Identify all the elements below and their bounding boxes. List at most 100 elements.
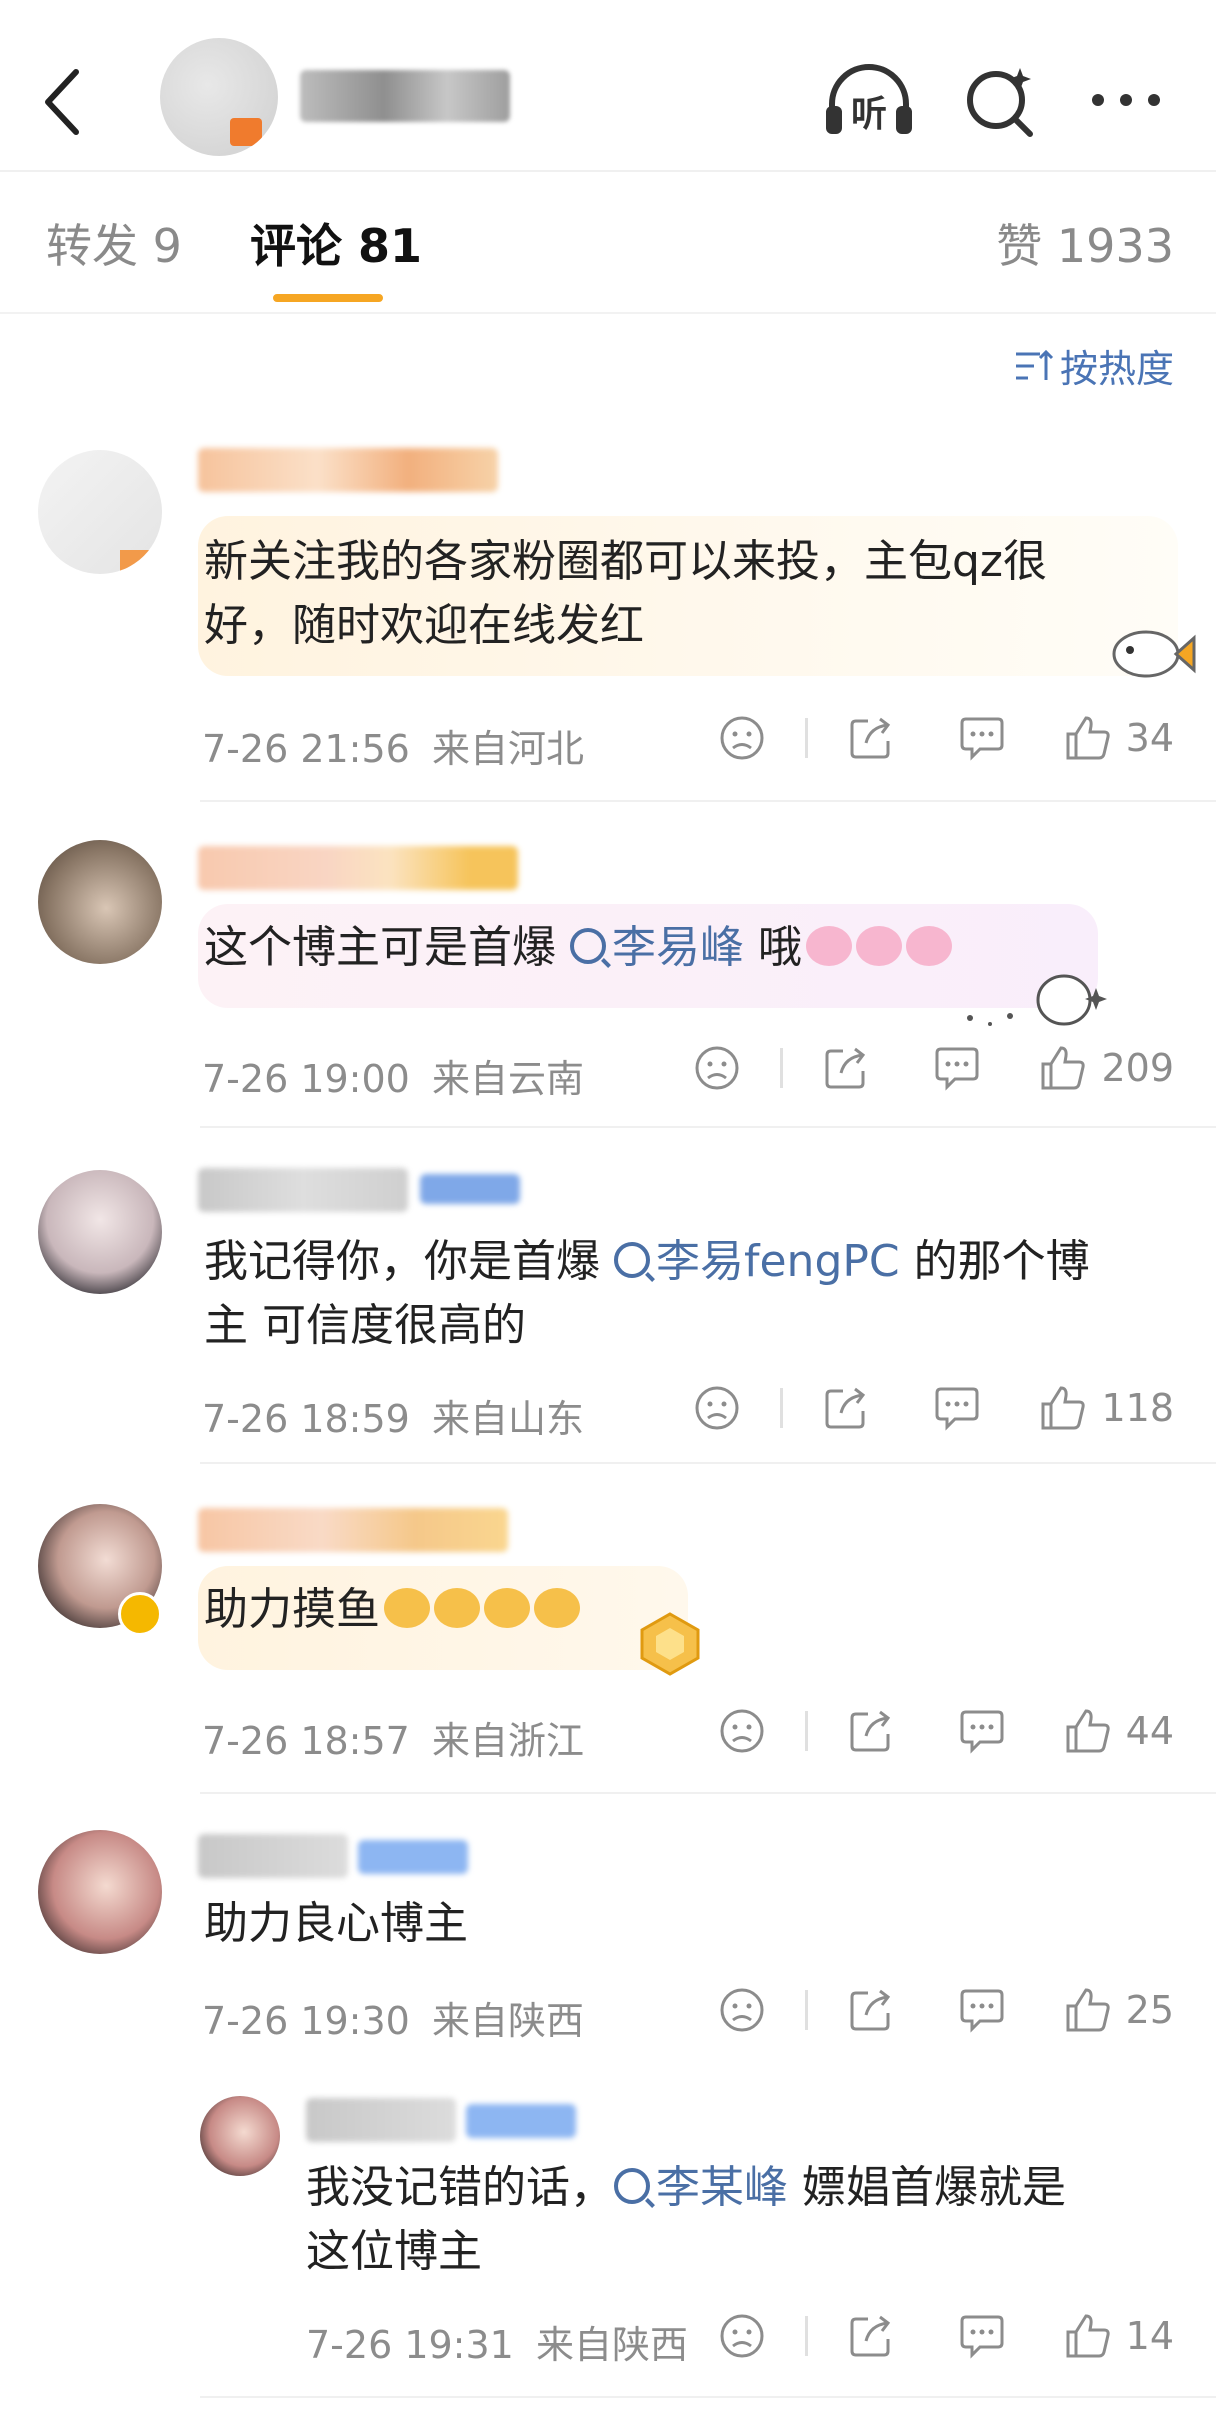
tab-likes[interactable]: 赞 1933 <box>996 210 1174 276</box>
sort-icon <box>1015 349 1054 380</box>
mention-link[interactable]: 李某峰 <box>614 2162 788 2213</box>
reply-text-line1: 我没记错的话， 李某峰 嫖娼首爆就是 <box>306 2156 1066 2220</box>
share-button[interactable] <box>848 1708 894 1754</box>
action-separator <box>804 718 808 758</box>
comment-meta: 7-26 19:31 来自陕西 <box>306 2314 688 2369</box>
share-button[interactable] <box>848 715 894 761</box>
share-button[interactable] <box>848 2313 894 2359</box>
comment-location: 来自浙江 <box>431 1719 584 1763</box>
reply-button[interactable] <box>958 715 1006 761</box>
comment-actions: 44 <box>719 1707 1174 1755</box>
svg-text:听: 听 <box>851 94 887 135</box>
more-icon[interactable] <box>1086 60 1166 144</box>
comment-actions: 34 <box>719 714 1174 762</box>
like-button[interactable]: 118 <box>1039 1384 1174 1432</box>
share-icon <box>825 1387 866 1429</box>
thumbs-up-icon <box>1041 1046 1086 1090</box>
like-count: 209 <box>1101 1046 1174 1090</box>
comment-location: 来自陕西 <box>431 1999 584 2043</box>
dislike-button[interactable] <box>719 1708 765 1754</box>
commenter-name[interactable] <box>198 1508 508 1552</box>
comment-time: 7-26 21:56 <box>202 727 410 771</box>
commenter-name[interactable] <box>198 448 498 492</box>
commenter-name[interactable] <box>198 1168 408 1212</box>
dislike-face-icon <box>720 716 764 760</box>
comment-bubble-icon <box>960 717 1004 761</box>
dislike-button[interactable] <box>719 715 765 761</box>
mention-link[interactable]: 李易fengPC <box>614 1236 900 1287</box>
share-button[interactable] <box>823 1385 869 1431</box>
commenter-avatar[interactable] <box>38 450 162 574</box>
mention-search-icon <box>570 928 606 964</box>
mention-link[interactable]: 李易峰 <box>570 922 744 973</box>
share-icon <box>825 1047 866 1089</box>
like-button[interactable]: 34 <box>1064 714 1174 762</box>
thumbs-up-icon <box>1066 1709 1110 1753</box>
crown-sticker-icon <box>640 1612 700 1676</box>
comment-text-part: 嫖娼首爆就是 <box>802 2162 1066 2213</box>
mention-label: 李某峰 <box>656 2162 788 2213</box>
comment-time: 7-26 19:00 <box>202 1057 410 1101</box>
mention-label: 李易fengPC <box>656 1236 900 1287</box>
author-name[interactable] <box>300 70 510 122</box>
comment-bubble-icon <box>960 1710 1004 1754</box>
dislike-button[interactable] <box>694 1045 740 1091</box>
commenter-name[interactable] <box>198 846 518 890</box>
tab-comments[interactable]: 评论 81 <box>250 210 422 276</box>
divider <box>200 2396 1216 2398</box>
comment-text-part: 的那个博 <box>913 1236 1090 1287</box>
like-button[interactable]: 209 <box>1039 1044 1174 1092</box>
thumbs-up-icon <box>1066 2314 1110 2358</box>
sort-label: 按热度 <box>1059 347 1174 391</box>
listen-icon[interactable]: 听 <box>822 60 916 144</box>
dislike-button[interactable] <box>719 1987 765 2033</box>
comment-text: 这个博主可是首爆 李易峰 哦 <box>204 916 952 980</box>
like-count: 44 <box>1125 1709 1174 1753</box>
like-button[interactable]: 14 <box>1064 2312 1174 2360</box>
commenter-avatar[interactable] <box>200 2096 280 2176</box>
reply-button[interactable] <box>958 2313 1006 2359</box>
comment-text-line2: 好，随时欢迎在线发红 <box>204 600 644 651</box>
comment-time: 7-26 18:57 <box>202 1719 410 1763</box>
dislike-button[interactable] <box>719 2313 765 2359</box>
comment-location: 来自云南 <box>431 1057 584 1101</box>
fan-badge <box>420 1174 520 1204</box>
reply-button[interactable] <box>958 1708 1006 1754</box>
reply-button[interactable] <box>933 1045 981 1091</box>
share-button[interactable] <box>848 1987 894 2033</box>
comment-text-line2: 主 可信度很高的 <box>204 1300 526 1351</box>
tab-repost[interactable]: 转发 9 <box>46 210 182 276</box>
like-count: 118 <box>1101 1386 1174 1430</box>
divider <box>200 1126 1216 1128</box>
reply-button[interactable] <box>933 1385 981 1431</box>
dislike-face-icon <box>720 1988 764 2032</box>
reply-button[interactable] <box>958 1987 1006 2033</box>
commenter-name[interactable] <box>306 2098 456 2142</box>
commenter-avatar[interactable] <box>38 840 162 964</box>
reply-text-line2: 这位博主 <box>306 2226 482 2277</box>
comment-text-line1: 我记得你，你是首爆 李易fengPC 的那个博 <box>204 1230 1090 1294</box>
action-separator <box>780 1388 784 1428</box>
commenter-name[interactable] <box>198 1834 348 1878</box>
dislike-face-icon <box>695 1386 739 1430</box>
comment-text: 助力良心博主 <box>204 1898 468 1949</box>
fox-emoji-icon <box>384 1588 430 1628</box>
share-icon <box>850 717 890 759</box>
sparkle-sticker-icon <box>967 974 1107 1026</box>
author-avatar[interactable] <box>160 38 278 156</box>
dislike-button[interactable] <box>694 1385 740 1431</box>
divider <box>200 1792 1216 1794</box>
search-icon[interactable] <box>960 60 1040 144</box>
back-icon[interactable] <box>38 62 88 142</box>
fox-emoji-icon <box>484 1588 530 1628</box>
comment-bubble-icon <box>960 2315 1004 2359</box>
like-button[interactable]: 25 <box>1064 1986 1174 2034</box>
share-button[interactable] <box>823 1045 869 1091</box>
sort-button[interactable]: 按热度 <box>1014 338 1174 393</box>
like-button[interactable]: 44 <box>1064 1707 1174 1755</box>
commenter-avatar[interactable] <box>38 1170 162 1294</box>
share-icon <box>850 1710 890 1752</box>
comment-meta: 7-26 21:56 来自河北 <box>202 718 584 773</box>
commenter-avatar[interactable] <box>38 1830 162 1954</box>
dislike-face-icon <box>720 1709 764 1753</box>
